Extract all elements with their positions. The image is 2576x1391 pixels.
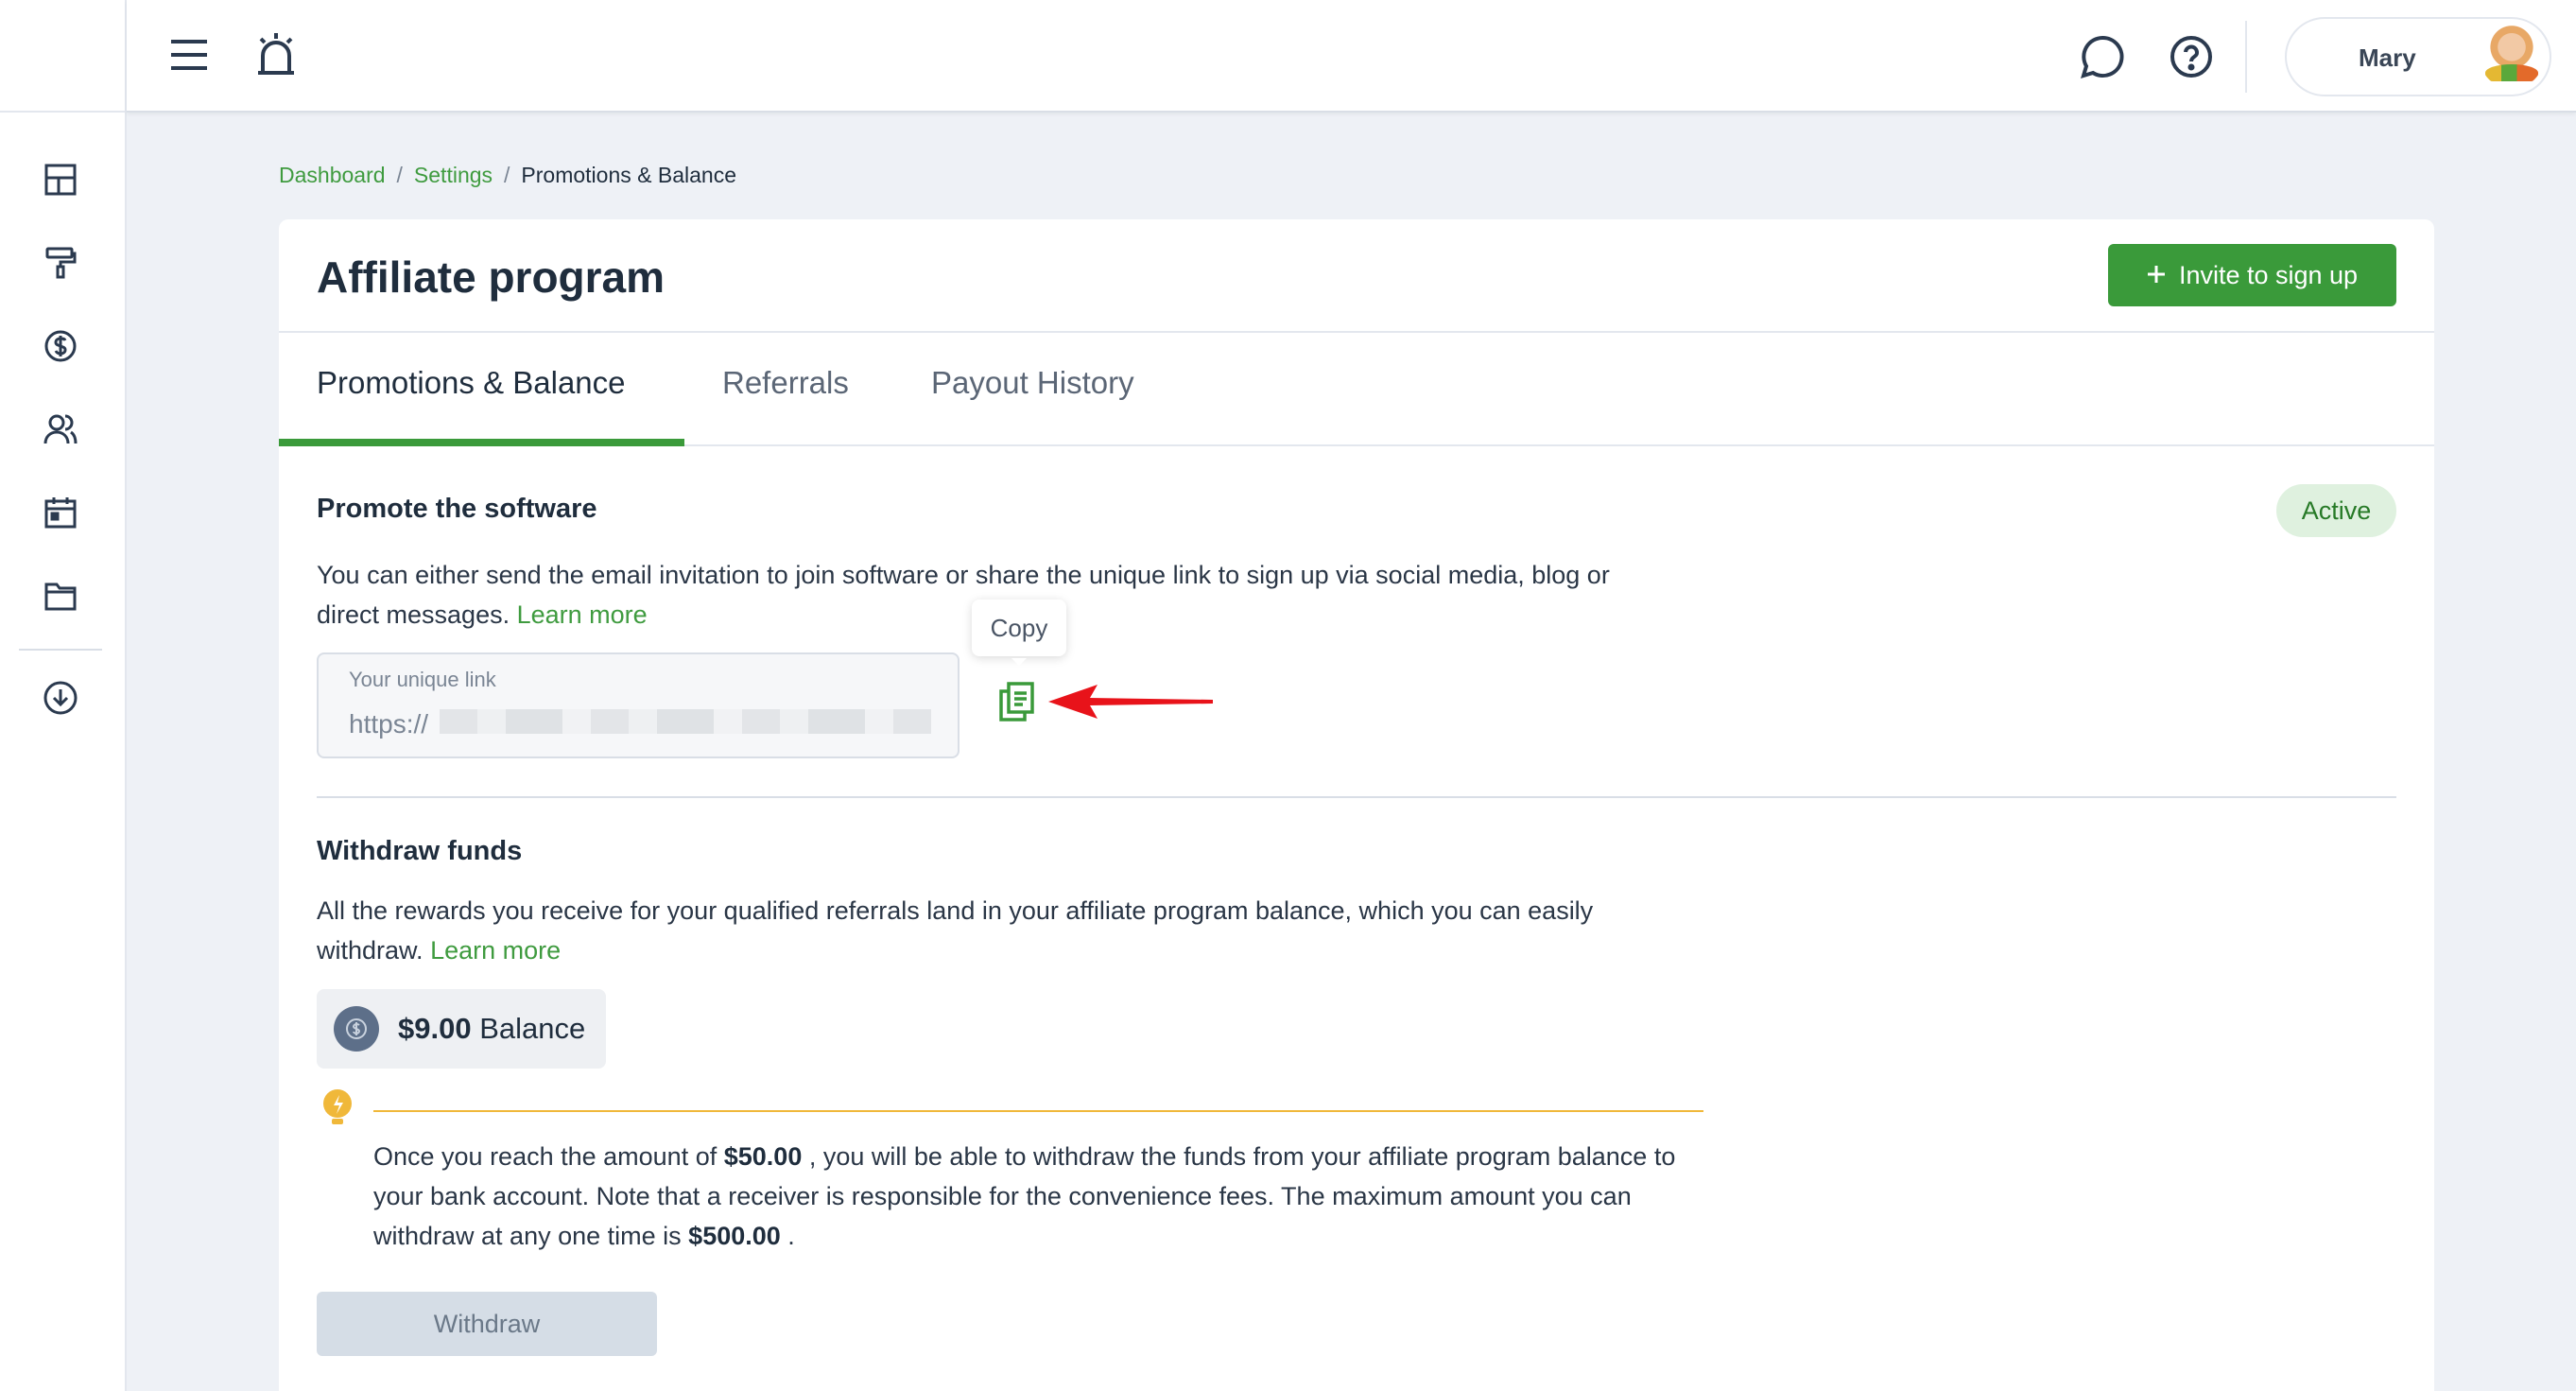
avatar: [2480, 25, 2544, 89]
breadcrumb-separator: /: [504, 163, 510, 187]
notice-max-amount: $500.00: [688, 1222, 781, 1250]
rail-divider: [19, 649, 102, 651]
status-badge: Active: [2276, 484, 2396, 537]
top-bar: Mary: [127, 0, 2576, 113]
promote-title: Promote the software: [317, 494, 597, 524]
users-icon[interactable]: [42, 410, 79, 448]
breadcrumb-dashboard[interactable]: Dashboard: [279, 163, 386, 188]
help-icon[interactable]: [2169, 34, 2214, 79]
tab-promotions-balance[interactable]: Promotions & Balance: [317, 365, 626, 401]
cloud-download-icon[interactable]: [42, 679, 79, 717]
calendar-icon[interactable]: [42, 494, 79, 531]
promote-description: You can either send the email invitation…: [317, 555, 1610, 635]
notice-min-amount: $50.00: [723, 1142, 803, 1171]
page-title: Affiliate program: [317, 252, 666, 302]
breadcrumb-current: Promotions & Balance: [521, 163, 736, 187]
invite-button-label: Invite to sign up: [2178, 260, 2359, 289]
user-menu[interactable]: Mary: [2285, 17, 2551, 96]
withdraw-description-line2: withdraw. Learn more: [317, 930, 1593, 970]
tab-bar: Promotions & Balance Referrals Payout Hi…: [279, 333, 2434, 446]
chat-icon[interactable]: [2080, 34, 2125, 79]
promote-description-text: direct messages.: [317, 600, 510, 629]
unique-link-value: https://: [349, 709, 429, 739]
promote-description-line1: You can either send the email invitation…: [317, 561, 1610, 589]
dollar-icon[interactable]: [42, 327, 79, 365]
dashboard-icon[interactable]: [42, 161, 79, 199]
plus-icon: [2147, 261, 2166, 290]
balance-label: Balance: [479, 1012, 586, 1045]
withdraw-description: All the rewards you receive for your qua…: [317, 891, 1593, 970]
section-divider: [317, 796, 2396, 798]
copy-icon[interactable]: [997, 681, 1035, 722]
notice-divider: [373, 1110, 1703, 1112]
affiliate-card: Affiliate program Invite to sign up Prom…: [279, 219, 2434, 1391]
breadcrumb-separator: /: [396, 163, 403, 187]
tab-payout-history[interactable]: Payout History: [931, 365, 1134, 401]
tab-referrals[interactable]: Referrals: [722, 365, 849, 401]
withdraw-button[interactable]: Withdraw: [317, 1292, 657, 1356]
left-rail: [0, 0, 127, 1391]
withdraw-learn-more-link[interactable]: Learn more: [430, 936, 561, 965]
unique-link-field[interactable]: Your unique link https://: [317, 652, 960, 758]
promote-description-line2: direct messages. Learn more: [317, 595, 1610, 635]
withdraw-title: Withdraw funds: [317, 836, 523, 866]
unique-link-label: Your unique link: [349, 668, 496, 691]
promote-learn-more-link[interactable]: Learn more: [517, 600, 648, 629]
withdraw-notice: Once you reach the amount of $50.00 , yo…: [373, 1137, 1716, 1256]
paint-roller-icon[interactable]: [42, 244, 79, 282]
invite-button[interactable]: Invite to sign up: [2108, 244, 2396, 306]
withdraw-description-text: withdraw.: [317, 936, 424, 965]
active-tab-indicator: [279, 439, 684, 446]
notice-text-3: .: [787, 1222, 795, 1250]
balance-box: $9.00 Balance: [317, 989, 606, 1069]
coin-icon: [334, 1006, 379, 1052]
alarm-icon[interactable]: [253, 30, 299, 78]
topbar-divider: [2245, 21, 2247, 93]
balance-text: $9.00 Balance: [398, 1012, 585, 1046]
breadcrumb: Dashboard / Settings / Promotions & Bala…: [279, 163, 736, 188]
breadcrumb-settings[interactable]: Settings: [414, 163, 493, 188]
balance-amount: $9.00: [398, 1012, 472, 1045]
folder-icon[interactable]: [42, 577, 79, 615]
rail-logo-area: [0, 0, 125, 113]
lightbulb-icon: [320, 1087, 354, 1129]
withdraw-description-line1: All the rewards you receive for your qua…: [317, 896, 1594, 925]
user-name: Mary: [2359, 43, 2416, 72]
menu-icon[interactable]: [168, 34, 210, 76]
copy-tooltip: Copy: [972, 600, 1066, 666]
red-arrow-icon: [1048, 685, 1213, 719]
redacted-link: [440, 709, 931, 734]
notice-text-1: Once you reach the amount of: [373, 1142, 717, 1171]
